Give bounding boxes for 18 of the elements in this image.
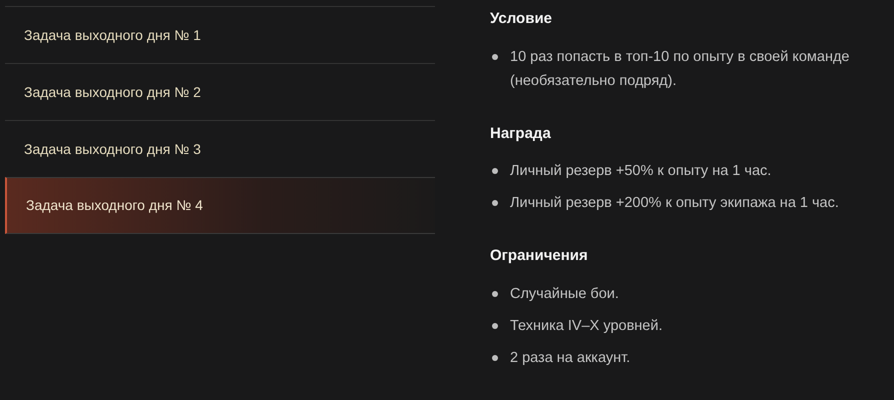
list-item-text: Личный резерв +200% к опыту экипажа на 1 час. bbox=[510, 194, 839, 213]
section-heading: Ограничения bbox=[490, 246, 589, 266]
bullet-icon bbox=[492, 322, 498, 328]
bullet-icon bbox=[492, 54, 498, 60]
bullet-icon bbox=[492, 168, 498, 174]
bullet-icon bbox=[492, 354, 498, 360]
list-item-text: 10 раз попасть в топ-10 по опыту в своей команде (необязательно подряд). bbox=[510, 48, 850, 90]
list-item-text: 2 раза на аккаунт. bbox=[510, 348, 630, 368]
list-item-text: Случайные бои. bbox=[510, 284, 619, 304]
task-tab[interactable]: Задача выходного дня № 2 bbox=[5, 63, 435, 120]
bullet-icon bbox=[492, 200, 498, 206]
list-item-text: Личный резерв +50% к опыту на 1 час. bbox=[510, 162, 772, 181]
task-tab[interactable]: Задача выходного дня № 4 bbox=[5, 177, 435, 234]
section-heading: Награда bbox=[490, 124, 552, 144]
section-heading: Условие bbox=[490, 9, 554, 29]
bullet-icon bbox=[492, 290, 498, 296]
task-tab[interactable]: Задача выходного дня № 1 bbox=[5, 6, 435, 63]
list-item-text: Техника IV–X уровней. bbox=[510, 316, 662, 336]
